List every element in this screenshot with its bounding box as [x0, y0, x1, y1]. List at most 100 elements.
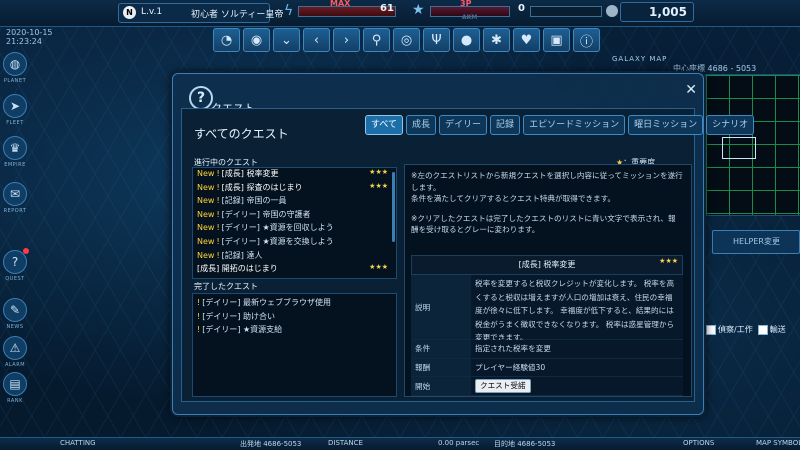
exclamation-icon: !	[216, 209, 220, 219]
list-item[interactable]: New! [記録] 達人	[193, 250, 396, 264]
empire-icon: ♛	[3, 136, 27, 160]
transport-label: 輸送	[769, 325, 786, 334]
alarm-icon: ⚠	[3, 336, 27, 360]
tab-weekday[interactable]: 曜日ミッション	[628, 115, 704, 135]
sidebar-item-label: RANK	[7, 398, 23, 404]
quest-icon: ?	[189, 86, 213, 110]
planet-icon[interactable]: ◉	[243, 28, 270, 52]
ap-bar-track	[530, 6, 602, 17]
list-item[interactable]: New! [成長] 税率変更 ★★★	[193, 168, 396, 182]
exclamation-icon: !	[216, 236, 220, 246]
sidebar-item-label: QUEST	[5, 276, 25, 282]
exclamation-icon: !	[216, 182, 220, 192]
detail-reward-row: 報酬 プレイヤー経験値30	[411, 358, 683, 377]
list-item[interactable]: New! [記録] 帝国の一員	[193, 195, 396, 209]
quest-dialog: ? クエスト ✕ すべてのクエスト すべて 成長 デイリー 記録 エピソードミッ…	[172, 73, 755, 415]
quest-instructions: ※左のクエストリストから新規クエストを選択し内容に従ってミッションを遂行します。…	[411, 171, 683, 234]
clock-time: 21:23:24	[6, 37, 42, 46]
exclamation-icon: !	[197, 298, 201, 307]
sidebar-item-label: ALARM	[4, 362, 26, 368]
image-icon[interactable]: ▣	[543, 28, 570, 52]
sidebar-item-planet[interactable]: ◍ PLANET	[0, 52, 30, 84]
sidebar-item-empire[interactable]: ♛ EMPIRE	[0, 136, 30, 168]
sidebar-item-label: FLEET	[6, 120, 24, 126]
list-item[interactable]: ! [デイリー] ★資源支給	[193, 324, 396, 338]
sidebar-item-label: NEWS	[6, 324, 24, 330]
sidebar-item-label: EMPIRE	[4, 162, 26, 168]
clock-date: 2020-10-15	[6, 28, 53, 37]
galaxy-icon[interactable]: ●	[453, 28, 480, 52]
sidebar-item-news[interactable]: ✎ NEWS	[0, 298, 30, 330]
ship-icon: ➤	[3, 94, 27, 118]
credit-coin-icon	[606, 5, 618, 17]
options-button[interactable]: OPTIONS	[683, 439, 714, 447]
recon-checkbox[interactable]	[706, 324, 716, 335]
sidebar-item-report[interactable]: ✉ REPORT	[0, 182, 30, 214]
tab-growth[interactable]: 成長	[406, 115, 437, 135]
hp-label: MAX	[330, 0, 351, 8]
ring-icon[interactable]: ◎	[393, 28, 420, 52]
all-quests-title: すべてのクエスト	[194, 127, 289, 141]
tab-all[interactable]: すべて	[365, 115, 404, 135]
heart-icon[interactable]: ♥	[513, 28, 540, 52]
player-name: 初心者 ソルティー皇帝	[191, 10, 284, 20]
galaxy-map-button[interactable]: GALAXY MAP	[612, 55, 667, 63]
bug-icon[interactable]: ✱	[483, 28, 510, 52]
completed-label: 完了したクエスト	[194, 282, 258, 291]
exclamation-icon: !	[197, 325, 201, 335]
list-item[interactable]: New! [デイリー] ★資源を交換しよう	[193, 236, 396, 250]
list-item[interactable]: New! [デイリー] ★資源を回収しよう	[193, 222, 396, 236]
chevron-right-icon[interactable]: ›	[333, 28, 360, 52]
tab-scenario[interactable]: シナリオ	[706, 115, 755, 135]
list-item[interactable]: ! [デイリー] 最新ウェブブラウザ使用	[193, 297, 396, 311]
search-icon[interactable]: ⚲	[363, 28, 390, 52]
accept-quest-button[interactable]: クエスト受諾	[475, 379, 531, 393]
tab-episode[interactable]: エピソードミッション	[523, 115, 626, 135]
sidebar-item-quest[interactable]: ? QUEST	[0, 248, 30, 282]
chat-icon[interactable]: ◔	[213, 28, 240, 52]
sidebar-item-alarm[interactable]: ⚠ ALARM	[0, 336, 30, 368]
mini-map-viewport[interactable]	[722, 137, 756, 159]
quest-detail-panel: ※左のクエストリストから新規クエストを選択し内容に従ってミッションを遂行します。…	[404, 164, 692, 397]
player-panel[interactable]: N L.v.1 初心者 ソルティー皇帝	[118, 3, 283, 23]
news-icon: ✎	[3, 298, 27, 322]
sidebar-item-label: PLANET	[3, 78, 27, 84]
helper-change-button[interactable]: HELPER変更	[712, 230, 800, 254]
credits-display: 1,005	[620, 2, 694, 22]
credits-value: 1,005	[649, 5, 687, 19]
tab-record[interactable]: 記録	[490, 115, 521, 135]
close-icon[interactable]: ✕	[685, 82, 697, 98]
in-progress-list: New! [成長] 税率変更 ★★★ New! [成長] 探査のはじまり ★★★ New…	[192, 167, 397, 279]
ap-label: 3P	[460, 0, 472, 8]
planet-icon: ◍	[3, 52, 27, 76]
star-icon: ★	[412, 2, 425, 18]
chatting-button[interactable]: CHATTING	[60, 439, 96, 447]
bottom-bar: CHATTING 出発地 4686-5053 DISTANCE 0.00 par…	[0, 437, 800, 450]
map-symbol-button[interactable]: MAP SYMBOL	[756, 439, 800, 447]
list-item[interactable]: New! [成長] 探査のはじまり ★★★	[193, 182, 396, 196]
list-item[interactable]: ! [デイリー] 助け合い	[193, 311, 396, 325]
rank-icon: ▤	[3, 372, 27, 396]
detail-title: [成長] 税率変更 ★★★	[411, 255, 683, 275]
map-filters: 偵察/工作 輸送	[706, 324, 786, 335]
notification-dot	[23, 248, 29, 254]
chevron-left-icon[interactable]: ‹	[303, 28, 330, 52]
sidebar-item-fleet[interactable]: ➤ FLEET	[0, 94, 30, 126]
exclamation-icon: !	[216, 196, 220, 206]
quest-detail-table: [成長] 税率変更 ★★★ 説明 税率を変更すると税収クレジットが変化します。 …	[411, 255, 683, 396]
list-item[interactable]: [成長] 開拓のはじまり ★★★	[193, 263, 396, 277]
dest-text: 目的地 4686-5053	[494, 440, 556, 448]
chevron-down-icon[interactable]: ⌄	[273, 28, 300, 52]
transport-checkbox[interactable]	[757, 324, 768, 335]
info-icon[interactable]: ⓘ	[573, 28, 600, 52]
player-badge: N	[123, 6, 136, 19]
recon-label: 偵察/工作	[718, 325, 753, 334]
sidebar-item-rank[interactable]: ▤ RANK	[0, 372, 30, 404]
list-item[interactable]: New! [デイリー] 帝国の守護者	[193, 209, 396, 223]
quest-panel: すべてのクエスト すべて 成長 デイリー 記録 エピソードミッション 曜日ミッシ…	[181, 108, 755, 402]
tab-daily[interactable]: デイリー	[439, 115, 488, 135]
energy-icon: ϟ	[284, 3, 294, 19]
ap-sub-label: AKM	[462, 14, 478, 21]
trident-icon[interactable]: Ψ	[423, 28, 450, 52]
hp-value: 61	[380, 3, 394, 14]
